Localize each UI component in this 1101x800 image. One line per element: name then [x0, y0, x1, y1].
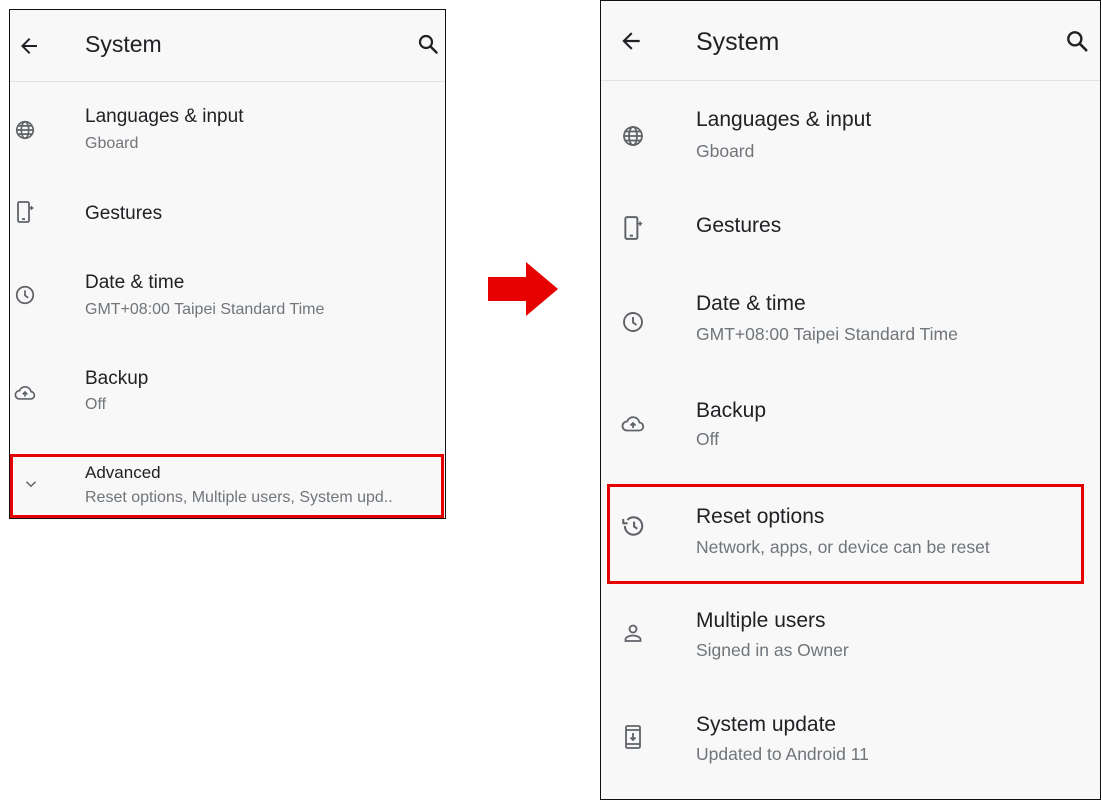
setting-subtitle: GMT+08:00 Taipei Standard Time [85, 301, 325, 318]
back-arrow-icon[interactable] [617, 27, 645, 55]
cloud-upload-icon [617, 408, 649, 440]
page-title: System [696, 28, 780, 56]
right-settings-screen: System Languages & input Gboard Gestures… [600, 0, 1101, 800]
setting-backup[interactable]: Backup Off [601, 391, 1100, 466]
system-update-icon [617, 721, 649, 753]
clock-icon [617, 306, 649, 338]
clock-icon [10, 280, 40, 310]
setting-subtitle: GMT+08:00 Taipei Standard Time [696, 324, 958, 344]
setting-label: Backup [696, 399, 767, 422]
page-title: System [85, 31, 162, 57]
setting-subtitle: Gboard [85, 135, 139, 152]
setting-label: Gestures [696, 214, 782, 237]
app-bar: System [601, 1, 1100, 81]
setting-label: Date & time [696, 292, 806, 315]
right-arrow-icon [488, 262, 558, 316]
setting-label: Multiple users [696, 609, 826, 632]
cloud-upload-icon [10, 378, 40, 408]
globe-icon [10, 115, 40, 145]
search-icon[interactable] [1062, 26, 1092, 56]
left-settings-screen: System Languages & input Gboard Gestures… [9, 9, 446, 519]
setting-date-time[interactable]: Date & time GMT+08:00 Taipei Standard Ti… [601, 286, 1100, 361]
highlight-box-reset-options [607, 484, 1084, 584]
globe-icon [617, 120, 649, 152]
setting-subtitle: Off [85, 396, 107, 413]
setting-backup[interactable]: Backup Off [10, 358, 445, 424]
back-arrow-icon[interactable] [15, 32, 43, 60]
person-icon [617, 617, 649, 649]
setting-languages[interactable]: Languages & input Gboard [601, 101, 1100, 176]
setting-subtitle: Off [696, 429, 720, 449]
setting-system-update[interactable]: System update Updated to Android 11 [601, 703, 1100, 778]
setting-label: Date & time [85, 272, 185, 293]
setting-label: Languages & input [85, 106, 244, 127]
setting-languages[interactable]: Languages & input Gboard [10, 95, 445, 161]
search-icon[interactable] [414, 30, 442, 58]
setting-gestures[interactable]: Gestures [601, 196, 1100, 266]
gestures-phone-icon [10, 197, 40, 227]
setting-subtitle: Updated to Android 11 [696, 744, 869, 764]
setting-label: Gestures [85, 203, 163, 224]
setting-date-time[interactable]: Date & time GMT+08:00 Taipei Standard Ti… [10, 260, 445, 326]
gestures-phone-icon [617, 212, 649, 244]
setting-multiple-users[interactable]: Multiple users Signed in as Owner [601, 599, 1100, 674]
setting-label: Backup [85, 368, 149, 389]
app-bar: System [10, 10, 445, 82]
setting-subtitle: Gboard [696, 141, 755, 161]
setting-label: System update [696, 713, 837, 736]
setting-gestures[interactable]: Gestures [10, 178, 445, 244]
setting-label: Languages & input [696, 108, 872, 131]
setting-subtitle: Signed in as Owner [696, 640, 849, 660]
highlight-box-advanced [10, 454, 444, 518]
